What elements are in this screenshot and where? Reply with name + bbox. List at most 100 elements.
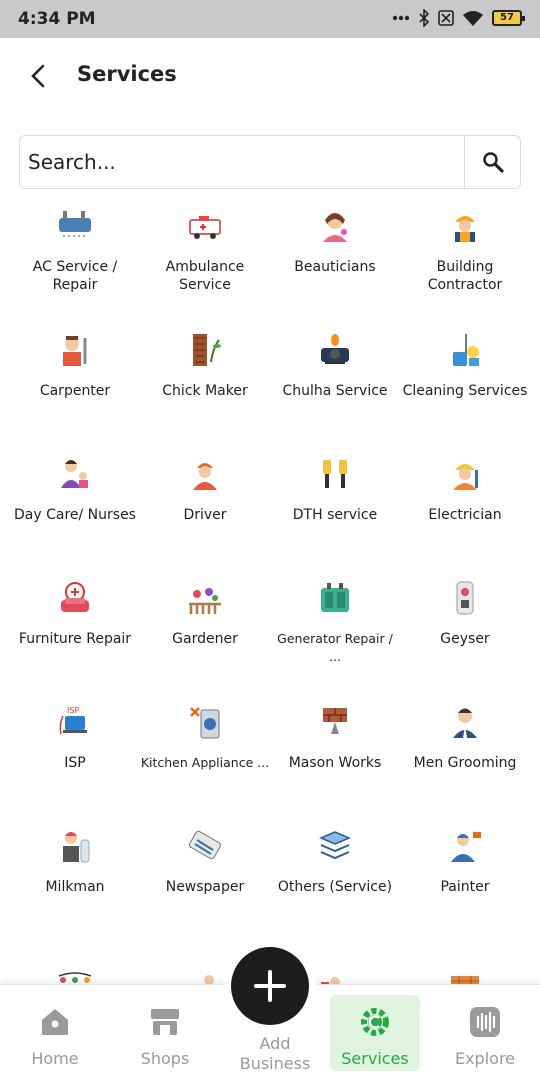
service-label: Milkman [45,879,105,895]
carpenter-icon [63,336,87,366]
cleaning-icon [453,334,479,366]
others-icon [319,831,351,860]
service-tile[interactable]: Carpenter [10,324,140,444]
more-dots-icon [392,15,410,21]
service-tile[interactable]: Newspaper [140,820,270,940]
generator-icon [321,583,349,612]
plus-icon [254,970,286,1002]
furniture-repair-icon [61,582,89,612]
ac-repair-icon [59,211,91,237]
service-label: Others (Service) [277,879,393,895]
service-tile[interactable]: DTH service [270,448,400,568]
service-label: Driver [183,507,227,523]
explore-icon [470,1007,500,1037]
services-gear-icon [361,1008,389,1036]
service-label: Building Contractor [427,259,503,293]
service-label: Kitchen Appliance ... [140,755,270,770]
service-tile[interactable]: Building Contractor [400,200,530,320]
service-tile[interactable]: Geyser [400,572,530,692]
service-partial-icon[interactable] [447,952,483,988]
service-label: Geyser [440,631,490,647]
shop-icon [151,1009,179,1035]
electrician-icon [453,464,478,490]
nav-services[interactable]: Services [330,995,420,1071]
chick-maker-icon [193,334,221,366]
service-label: Day Care/ Nurses [14,507,136,523]
nav-services-label: Services [341,1049,409,1068]
day-care-icon [61,460,88,488]
service-label: DTH service [292,507,378,523]
service-label: Gardener [172,631,238,647]
home-icon [42,1009,68,1035]
service-label: Mason Works [288,755,382,771]
service-tile[interactable]: Furniture Repair [10,572,140,692]
service-partial-icon[interactable] [317,952,353,988]
kitchen-appliance-icon [190,707,220,739]
service-tile[interactable]: Electrician [400,448,530,568]
ambulance-icon [189,216,221,239]
service-tile[interactable]: AC Service / Repair [10,200,140,320]
no-sim-icon [438,10,454,26]
service-tile[interactable]: Chick Maker [140,324,270,444]
service-label: Ambulance Service [165,259,245,293]
service-label: Chick Maker [162,383,248,399]
isp-icon: ISP [59,706,87,735]
search-icon [482,152,504,173]
men-grooming-icon [453,708,477,738]
newspaper-icon [188,830,222,860]
service-tile[interactable]: Ambulance Service [140,200,270,320]
search-button[interactable] [464,136,520,188]
nav-home-label: Home [31,1049,79,1068]
nav-add-business-label: Add Business [239,1034,311,1073]
service-tile[interactable]: Mason Works [270,696,400,816]
back-arrow-icon[interactable] [26,62,52,90]
service-label: Furniture Repair [18,631,132,647]
service-tile[interactable]: Men Grooming [400,696,530,816]
service-partial-icon[interactable] [57,952,93,988]
service-tile[interactable]: Milkman [10,820,140,940]
status-time: 4:34 PM [18,9,96,29]
service-tile[interactable]: Others (Service) [270,820,400,940]
service-tile[interactable]: ISP ISP [10,696,140,816]
service-tile[interactable]: Beauticians [270,200,400,320]
nav-explore-label: Explore [454,1049,516,1068]
chulha-icon [321,334,349,364]
service-label: Cleaning Services [402,383,528,399]
painter-icon [451,832,481,862]
search-bar [19,135,521,189]
service-tile[interactable]: Painter [400,820,530,940]
building-contractor-icon [455,216,475,242]
service-label: Newspaper [165,879,245,895]
service-tile[interactable]: Chulha Service [270,324,400,444]
app-header: Services [0,38,540,114]
svg-text:ISP: ISP [67,706,79,715]
service-tile[interactable]: Gardener [140,572,270,692]
service-label: Men Grooming [413,755,517,771]
status-bar: 4:34 PM 57 [0,0,540,38]
dth-icon [323,460,347,488]
status-icons: 57 [392,9,525,27]
service-label: ISP [64,755,86,771]
page-title: Services [77,62,177,86]
nav-explore[interactable]: Explore [440,995,530,1071]
service-tile[interactable]: Day Care/ Nurses [10,448,140,568]
geyser-icon [456,581,474,615]
search-input[interactable] [28,145,458,179]
service-label: AC Service / Repair [32,259,118,293]
service-tile[interactable]: Generator Repair / ... [270,572,400,692]
nav-shops[interactable]: Shops [120,995,210,1071]
service-label: Carpenter [39,383,111,399]
driver-icon [193,463,217,490]
beautician-icon [323,213,347,242]
milkman-icon [63,832,90,863]
service-label: Painter [440,879,490,895]
wifi-icon [463,11,483,26]
service-partial-icon[interactable] [187,952,223,988]
nav-home[interactable]: Home [10,995,100,1071]
service-tile[interactable]: Kitchen Appliance ... [140,696,270,816]
mason-icon [323,708,347,734]
service-label: Chulha Service [282,383,388,399]
add-business-button[interactable] [231,947,309,1025]
service-tile[interactable]: Driver [140,448,270,568]
service-tile[interactable]: Cleaning Services [400,324,530,444]
